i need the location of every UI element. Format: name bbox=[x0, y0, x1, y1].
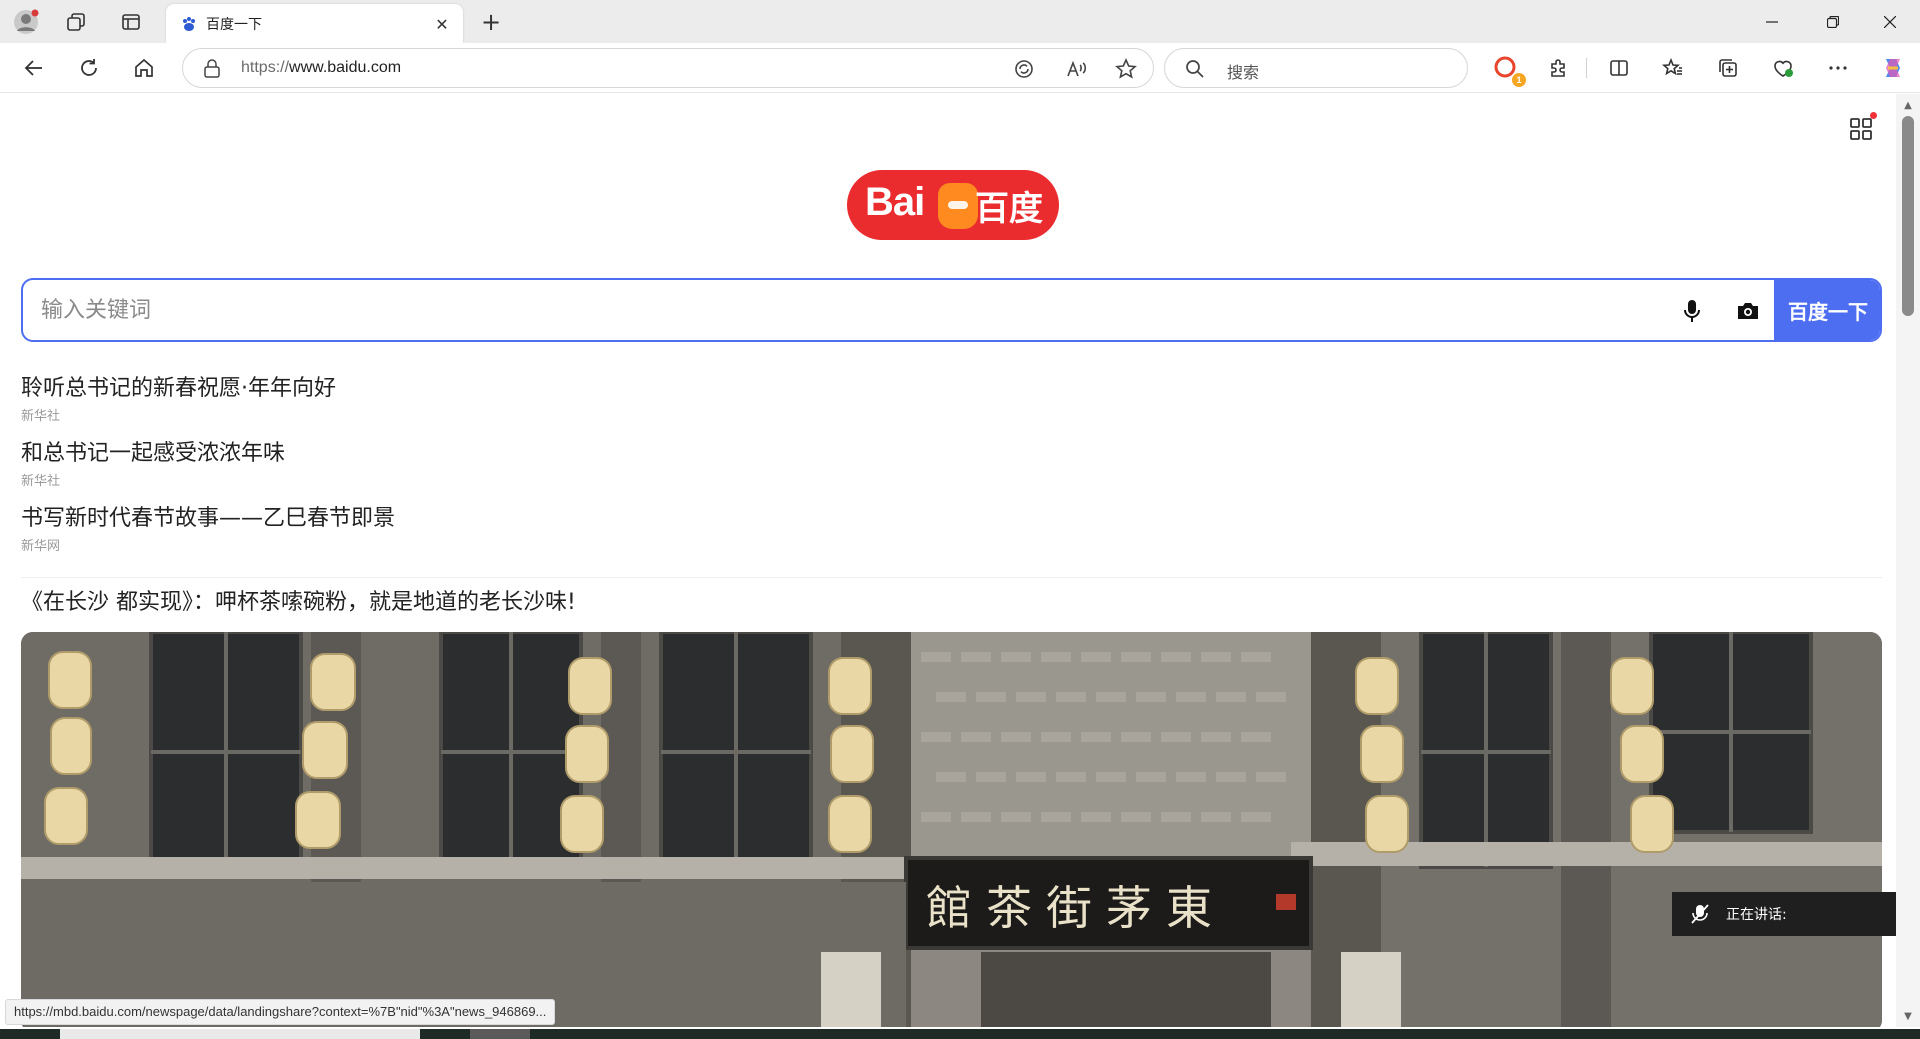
notification-dot bbox=[1870, 112, 1877, 119]
baidu-paw-icon bbox=[183, 17, 195, 31]
microphone-icon[interactable] bbox=[1677, 296, 1707, 326]
profile-icon[interactable] bbox=[12, 8, 40, 36]
toolbar-divider bbox=[1586, 58, 1587, 78]
favorite-star-icon[interactable] bbox=[1113, 56, 1139, 82]
address-bar[interactable]: https://www.baidu.com bbox=[182, 48, 1154, 88]
url-host: www.baidu.com bbox=[289, 59, 402, 76]
apps-grid-icon[interactable] bbox=[1848, 112, 1877, 142]
home-button[interactable] bbox=[128, 52, 160, 84]
collections-icon[interactable] bbox=[1712, 52, 1744, 84]
taskbar bbox=[0, 1029, 1920, 1039]
baidu-search-input[interactable] bbox=[41, 294, 1641, 326]
copilot-icon[interactable] bbox=[1877, 52, 1909, 84]
page-scrollbar[interactable]: ▲ ▼ bbox=[1896, 94, 1920, 1027]
close-window-button[interactable] bbox=[1862, 0, 1918, 43]
read-aloud-icon[interactable] bbox=[1063, 56, 1089, 82]
extension-shopping-icon[interactable]: 1 bbox=[1490, 52, 1526, 87]
address-url[interactable]: https://www.baidu.com bbox=[241, 59, 401, 77]
minimize-button[interactable] bbox=[1744, 0, 1800, 43]
search-icon bbox=[1186, 60, 1204, 78]
logo-latin: Bai bbox=[865, 180, 925, 224]
speaking-label: 正在讲话: bbox=[1726, 907, 1787, 923]
logo-mascot-icon bbox=[938, 183, 978, 229]
scrollbar-thumb[interactable] bbox=[1902, 116, 1914, 316]
voice-typing-indicator[interactable]: 正在讲话: bbox=[1672, 892, 1920, 936]
translate-icon[interactable] bbox=[1011, 56, 1037, 82]
vertical-tabs-icon[interactable] bbox=[117, 8, 145, 36]
taskbar-segment bbox=[470, 1029, 530, 1039]
workspaces-icon[interactable] bbox=[62, 8, 90, 36]
lock-icon[interactable] bbox=[203, 59, 221, 79]
news-title[interactable]: 和总书记一起感受浓浓年味 bbox=[21, 439, 1882, 469]
extensions-icon[interactable] bbox=[1543, 52, 1575, 84]
favorites-icon[interactable] bbox=[1657, 52, 1689, 84]
taskbar-segment bbox=[60, 1029, 420, 1039]
browser-toolbar: https://www.baidu.com 搜索 1 bbox=[0, 43, 1920, 93]
browser-essentials-icon[interactable] bbox=[1767, 52, 1799, 84]
feature-title[interactable]: 《在长沙 都实现》：呷杯茶嗦碗粉，就是地道的老长沙味! bbox=[21, 588, 576, 618]
extension-badge: 1 bbox=[1512, 73, 1526, 87]
scroll-up-arrow-icon[interactable]: ▲ bbox=[1901, 98, 1915, 112]
title-bar: 百度一下 ✕ + bbox=[0, 0, 1920, 43]
news-item[interactable]: 书写新时代春节故事——乙巳春节即景 新华网 bbox=[21, 504, 1882, 569]
logo-chinese: 百度 bbox=[975, 189, 1043, 229]
link-status-url: https://mbd.baidu.com/newspage/data/land… bbox=[5, 999, 556, 1025]
shop-sign-text: 館茶街茅東 bbox=[926, 881, 1226, 935]
browser-search-placeholder: 搜索 bbox=[1227, 63, 1260, 82]
page-content: Bai 百度 百度一下 聆听总书记的新春祝愿·年年向好 新华社 和总书记一起感受… bbox=[6, 94, 1896, 1027]
browser-search-box[interactable]: 搜索 bbox=[1164, 48, 1468, 88]
mic-muted-icon bbox=[1691, 904, 1709, 924]
close-tab-icon[interactable]: ✕ bbox=[431, 13, 453, 35]
news-source: 新华社 bbox=[21, 474, 61, 489]
news-list: 聆听总书记的新春祝愿·年年向好 新华社 和总书记一起感受浓浓年味 新华社 书写新… bbox=[21, 374, 1882, 569]
restore-button[interactable] bbox=[1805, 0, 1861, 43]
tab-title: 百度一下 bbox=[206, 17, 262, 33]
baidu-logo[interactable]: Bai 百度 bbox=[847, 170, 1059, 240]
news-item[interactable]: 聆听总书记的新春祝愿·年年向好 新华社 bbox=[21, 374, 1882, 439]
baidu-search-button[interactable]: 百度一下 bbox=[1774, 280, 1880, 340]
more-options-icon[interactable] bbox=[1822, 52, 1854, 84]
news-title[interactable]: 书写新时代春节故事——乙巳春节即景 bbox=[21, 504, 1882, 534]
new-tab-button[interactable]: + bbox=[476, 8, 506, 36]
news-item[interactable]: 和总书记一起感受浓浓年味 新华社 bbox=[21, 439, 1882, 504]
baidu-search-box: 百度一下 bbox=[21, 278, 1882, 342]
refresh-button[interactable] bbox=[73, 52, 105, 84]
active-tab[interactable]: 百度一下 ✕ bbox=[166, 4, 463, 43]
news-title[interactable]: 聆听总书记的新春祝愿·年年向好 bbox=[21, 374, 1882, 404]
back-button[interactable] bbox=[18, 52, 50, 84]
url-scheme: https:// bbox=[241, 59, 290, 76]
scroll-down-arrow-icon[interactable]: ▼ bbox=[1901, 1009, 1915, 1023]
camera-icon[interactable] bbox=[1733, 296, 1763, 326]
news-source: 新华网 bbox=[21, 539, 61, 554]
split-screen-icon[interactable] bbox=[1603, 52, 1635, 84]
section-divider bbox=[21, 577, 1882, 578]
feature-photo[interactable]: 館茶街茅東 bbox=[21, 632, 1882, 1027]
news-source: 新华社 bbox=[21, 409, 61, 424]
